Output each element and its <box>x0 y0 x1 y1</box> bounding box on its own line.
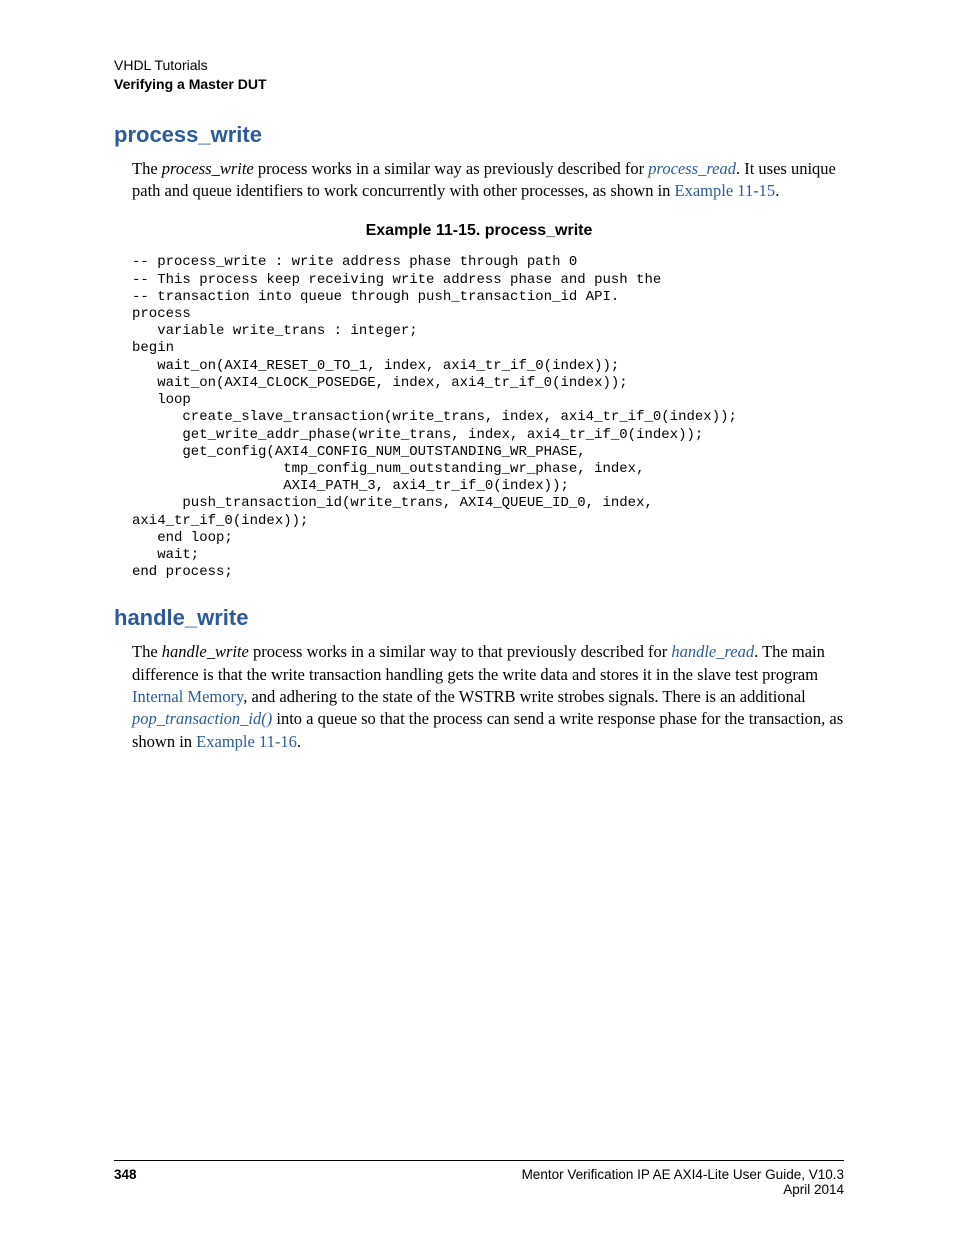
text: process works in a similar way to that p… <box>249 642 671 661</box>
page-footer: 348 Mentor Verification IP AE AXI4-Lite … <box>114 1160 844 1197</box>
example-title: Example 11-15. process_write <box>114 222 844 240</box>
paragraph-handle-write: The handle_write process works in a simi… <box>132 641 844 752</box>
link-pop-transaction-id[interactable]: pop_transaction_id() <box>132 709 272 728</box>
footer-date: April 2014 <box>522 1182 844 1197</box>
text: The <box>132 642 162 661</box>
page: VHDL Tutorials Verifying a Master DUT pr… <box>0 0 954 1235</box>
code-block-process-write: -- process_write : write address phase t… <box>132 254 844 581</box>
text: . <box>775 181 779 200</box>
text: The <box>132 159 162 178</box>
link-example-11-16[interactable]: Example 11-16 <box>196 732 297 751</box>
em-handle-write: handle_write <box>162 642 249 661</box>
running-header: VHDL Tutorials Verifying a Master DUT <box>114 56 844 94</box>
section-title-process-write: process_write <box>114 122 844 148</box>
text: process works in a similar way as previo… <box>254 159 649 178</box>
header-line-2: Verifying a Master DUT <box>114 75 844 94</box>
paragraph-process-write: The process_write process works in a sim… <box>132 158 844 203</box>
text: , and adhering to the state of the WSTRB… <box>243 687 806 706</box>
page-number: 348 <box>114 1167 137 1197</box>
footer-right: Mentor Verification IP AE AXI4-Lite User… <box>522 1167 844 1197</box>
link-example-11-15[interactable]: Example 11-15 <box>675 181 776 200</box>
section-title-handle-write: handle_write <box>114 605 844 631</box>
link-process-read[interactable]: process_read <box>648 159 736 178</box>
em-process-write: process_write <box>162 159 254 178</box>
header-line-1: VHDL Tutorials <box>114 56 844 75</box>
link-handle-read[interactable]: handle_read <box>671 642 754 661</box>
footer-guide: Mentor Verification IP AE AXI4-Lite User… <box>522 1167 844 1182</box>
link-internal-memory[interactable]: Internal Memory <box>132 687 243 706</box>
text: . <box>297 732 301 751</box>
